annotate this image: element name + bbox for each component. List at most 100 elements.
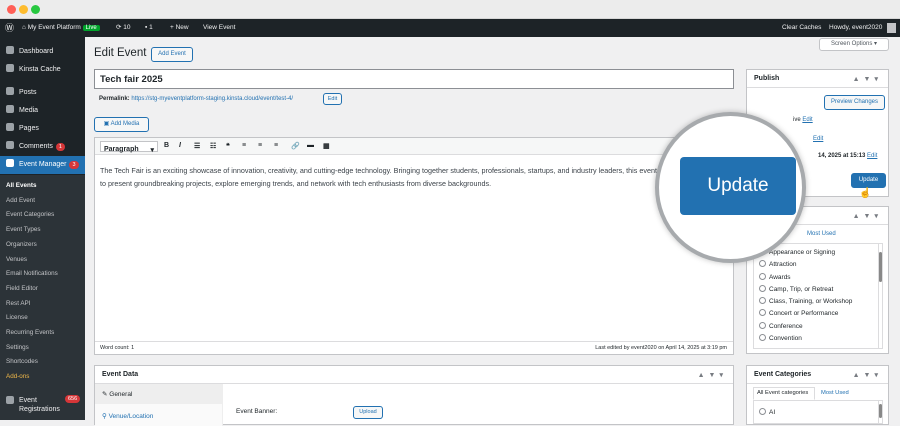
close-window-button[interactable] — [7, 5, 16, 14]
menu-dashboard[interactable]: Dashboard — [0, 43, 85, 61]
menu-comments[interactable]: Comments 1 — [0, 138, 85, 156]
submenu-item-add-event[interactable]: Add Event — [0, 193, 85, 208]
event-type-item[interactable]: Conference — [759, 321, 852, 333]
date-edit-link[interactable]: Edit — [867, 153, 877, 159]
event-type-item[interactable]: Concert or Performance — [759, 308, 852, 320]
submenu-item-venues[interactable]: Venues — [0, 252, 85, 267]
wordpress-logo-icon[interactable]: Ⓦ — [5, 19, 14, 37]
menu-posts[interactable]: Posts — [0, 84, 85, 102]
panel-arrows-icon[interactable]: ▲▼▾ — [853, 212, 882, 220]
page-title: Edit Event — [94, 47, 147, 59]
align-left-icon[interactable]: ≡ — [242, 142, 246, 149]
submenu-item-license[interactable]: License — [0, 310, 85, 325]
window-titlebar — [0, 0, 900, 19]
menu-media[interactable]: Media — [0, 102, 85, 120]
media-icon: ▣ — [103, 121, 110, 127]
submenu-item-add-ons[interactable]: Add-ons — [0, 369, 85, 384]
checkbox-icon[interactable] — [759, 334, 766, 342]
comments-count-badge: 1 — [55, 143, 65, 151]
howdy-account-link[interactable]: Howdy, event2020 — [829, 19, 882, 37]
format-select[interactable]: Paragraph ▾ — [100, 141, 158, 154]
publish-header: Publish ▲▼▾ — [747, 70, 888, 88]
avatar[interactable] — [887, 23, 896, 33]
checkbox-icon[interactable] — [759, 284, 766, 292]
update-button[interactable]: Update — [851, 173, 886, 188]
media-icon — [6, 105, 14, 113]
live-badge: Live — [82, 25, 100, 31]
event-categories-header: Event Categories ▲▼▾ — [747, 366, 888, 384]
minimize-window-button[interactable] — [19, 5, 28, 14]
site-name-link[interactable]: ⌂ My Event Platform Live — [22, 19, 100, 37]
italic-icon[interactable]: I — [179, 142, 181, 149]
comments-link[interactable]: ▪ 1 — [145, 19, 153, 37]
submenu-item-settings[interactable]: Settings — [0, 340, 85, 355]
comment-icon — [6, 141, 14, 149]
panel-arrows-icon[interactable]: ▲▼▾ — [853, 371, 882, 379]
screen-options-button[interactable]: Screen Options ▾ — [819, 38, 889, 51]
view-event-link[interactable]: View Event — [203, 19, 235, 37]
submenu-item-email-notifications[interactable]: Email Notifications — [0, 266, 85, 281]
align-center-icon[interactable]: ≡ — [258, 142, 262, 149]
tab-venue-location[interactable]: ⚲ Venue/Location — [95, 406, 223, 426]
category-ai[interactable]: AI — [759, 408, 775, 416]
updates-link[interactable]: ⟳ 10 — [116, 19, 131, 37]
submenu-item-event-categories[interactable]: Event Categories — [0, 207, 85, 222]
submenu-item-recurring-events[interactable]: Recurring Events — [0, 325, 85, 340]
most-used-tab[interactable]: Most Used — [807, 231, 836, 237]
event-type-item[interactable]: Camp, Trip, or Retreat — [759, 284, 852, 296]
submenu-item-event-types[interactable]: Event Types — [0, 222, 85, 237]
new-content-link[interactable]: + New — [170, 19, 189, 37]
tab-all-categories[interactable]: All Event categories — [753, 387, 815, 400]
event-type-item[interactable]: Attraction — [759, 259, 852, 271]
tab-general[interactable]: ✎ General — [95, 384, 223, 404]
align-right-icon[interactable]: ≡ — [274, 142, 278, 149]
menu-pages[interactable]: Pages — [0, 120, 85, 138]
toolbar-toggle-icon[interactable]: ▦ — [323, 142, 330, 150]
permalink-edit-button[interactable]: Edit — [323, 93, 342, 105]
menu-event-manager[interactable]: Event Manager 3 — [0, 156, 85, 174]
menu-kinsta-cache[interactable]: Kinsta Cache — [0, 61, 85, 79]
blockquote-icon[interactable]: ❝ — [226, 142, 230, 150]
add-event-button[interactable]: Add Event — [151, 47, 193, 62]
permalink-row: Permalink: https://stg-myeventplatform-s… — [99, 96, 294, 102]
upload-button[interactable]: Upload — [353, 406, 383, 419]
checkbox-icon[interactable] — [759, 321, 766, 329]
panel-arrows-icon[interactable]: ▲▼▾ — [853, 75, 882, 83]
permalink-url[interactable]: https://stg-myeventplatform-staging.kins… — [131, 96, 293, 102]
link-icon[interactable]: 🔗 — [291, 142, 300, 150]
wrench-icon: ✎ — [102, 391, 108, 398]
title-input[interactable]: Tech fair 2025 — [94, 69, 734, 89]
checkbox-icon[interactable] — [759, 297, 766, 305]
panel-arrows-icon[interactable]: ▲▼▾ — [698, 371, 727, 379]
bold-icon[interactable]: B — [164, 142, 169, 149]
read-more-icon[interactable]: ▬ — [307, 142, 314, 149]
submenu-item-organizers[interactable]: Organizers — [0, 237, 85, 252]
event-type-item[interactable]: Awards — [759, 272, 852, 284]
numbered-list-icon[interactable]: ☷ — [210, 142, 216, 150]
submenu-item-rest-api[interactable]: Rest API — [0, 296, 85, 311]
checkbox-icon[interactable] — [759, 272, 766, 280]
pin-icon — [6, 87, 14, 95]
zoomed-update-button[interactable]: Update — [680, 157, 796, 215]
menu-event-registrations[interactable]: Event Registrations 656 — [0, 392, 85, 418]
checkbox-icon[interactable] — [759, 408, 766, 415]
status-edit-link[interactable]: Edit — [802, 117, 812, 123]
clear-caches-link[interactable]: Clear Caches — [782, 19, 821, 37]
zoom-window-button[interactable] — [31, 5, 40, 14]
preview-changes-button[interactable]: Preview Changes — [824, 95, 885, 110]
checkbox-icon[interactable] — [759, 309, 766, 317]
event-type-item[interactable]: Convention — [759, 333, 852, 345]
submenu-item-all-events[interactable]: All Events — [0, 178, 85, 193]
submenu-item-field-editor[interactable]: Field Editor — [0, 281, 85, 296]
registrations-icon — [6, 396, 14, 404]
bullet-list-icon[interactable]: ☰ — [194, 142, 200, 150]
kinsta-icon — [6, 64, 14, 72]
checkbox-icon[interactable] — [759, 260, 766, 268]
event-type-item[interactable]: Class, Training, or Workshop — [759, 296, 852, 308]
location-icon: ⚲ — [102, 413, 107, 420]
editor-content[interactable]: The Tech Fair is an exciting showcase of… — [100, 165, 725, 190]
submenu-item-shortcodes[interactable]: Shortcodes — [0, 354, 85, 369]
add-media-button[interactable]: ▣ Add Media — [94, 117, 149, 132]
visibility-edit-link[interactable]: Edit — [813, 136, 823, 142]
tab-most-used-categories[interactable]: Most Used — [821, 390, 849, 396]
